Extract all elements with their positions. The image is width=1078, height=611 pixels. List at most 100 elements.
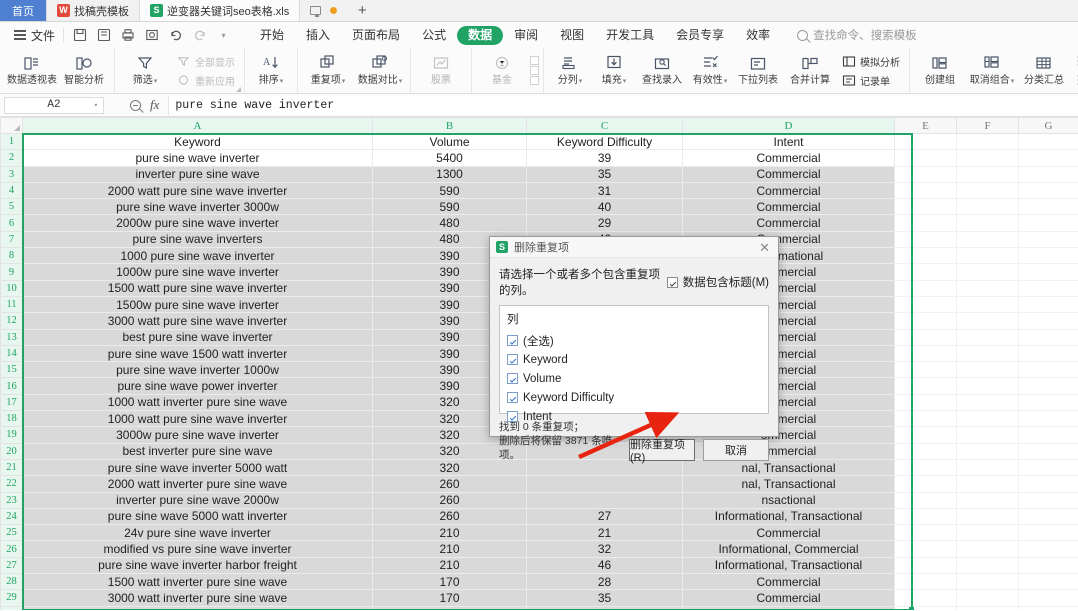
tab-workbook[interactable]: S 逆变器关键词seo表格.xls (140, 0, 301, 21)
cell-e26[interactable] (894, 540, 957, 558)
cell-f28[interactable] (956, 573, 1019, 591)
cell-e27[interactable] (894, 556, 957, 575)
row-header-17[interactable]: 17 (0, 393, 23, 412)
create-group-button[interactable]: 创建组 (914, 48, 966, 93)
cell-g7[interactable] (1018, 230, 1078, 249)
cell-a9[interactable]: 1000w pure sine wave inverter (22, 263, 373, 281)
cell-a28[interactable]: 1500 watt inverter pure sine wave (22, 573, 373, 591)
cell-g27[interactable] (1018, 556, 1078, 575)
columns-listbox[interactable]: 列 (全选) Keyword Volume Keyword Difficulty… (499, 305, 769, 423)
cell-g9[interactable] (1018, 263, 1078, 281)
cell-a13[interactable]: best pure sine wave inverter (22, 328, 373, 346)
cell-c30[interactable]: 21 (526, 605, 683, 610)
table-row[interactable]: 25 24v pure sine wave inverter 210 21 Commer… (0, 524, 1078, 542)
cell-g10[interactable] (1018, 279, 1078, 297)
row-header-30[interactable]: 30 (0, 605, 23, 610)
cell-a30[interactable]: pure sine wave 24v inverter (22, 605, 373, 610)
cell-b5[interactable]: 590 (372, 198, 527, 216)
tab-developer[interactable]: 开发工具 (595, 26, 665, 45)
cell-e11[interactable] (894, 295, 957, 314)
cell-c1[interactable]: Keyword Difficulty (526, 132, 683, 151)
row-header-10[interactable]: 10 (0, 279, 23, 297)
file-menu-button[interactable]: 文件 (6, 27, 63, 44)
save-as-icon[interactable] (96, 28, 111, 43)
cell-e7[interactable] (894, 230, 957, 249)
cell-a16[interactable]: pure sine wave power inverter (22, 377, 373, 395)
cell-e18[interactable] (894, 410, 957, 428)
tab-view[interactable]: 视图 (549, 26, 595, 45)
cell-f12[interactable] (956, 312, 1019, 330)
cell-f7[interactable] (956, 230, 1019, 249)
cell-g21[interactable] (1018, 458, 1078, 477)
cell-a20[interactable]: best inverter pure sine wave (22, 442, 373, 460)
row-header-29[interactable]: 29 (0, 589, 23, 607)
tab-review[interactable]: 审阅 (503, 26, 549, 45)
cell-e20[interactable] (894, 442, 957, 460)
cell-g5[interactable] (1018, 198, 1078, 216)
dropdown-list-button[interactable]: 下拉列表 (732, 48, 784, 93)
cell-f19[interactable] (956, 426, 1019, 444)
cell-f6[interactable] (956, 214, 1019, 232)
row-header-18[interactable]: 18 (0, 410, 23, 428)
cell-c24[interactable]: 27 (526, 507, 683, 526)
cell-e10[interactable] (894, 279, 957, 297)
validation-button[interactable]: 有效性▾ (688, 48, 732, 93)
cell-b26[interactable]: 210 (372, 540, 527, 558)
cell-b25[interactable]: 210 (372, 524, 527, 542)
formula-input[interactable]: pure sine wave inverter (168, 95, 1078, 115)
list-item-keyword[interactable]: Keyword (507, 350, 761, 369)
row-header-16[interactable]: 16 (0, 377, 23, 395)
cell-d23[interactable]: nsactional (682, 491, 895, 509)
cell-g25[interactable] (1018, 524, 1078, 542)
cell-d25[interactable]: Commercial (682, 524, 895, 542)
row-header-12[interactable]: 12 (0, 312, 23, 330)
stock-button[interactable]: 股票 (415, 48, 467, 93)
table-row[interactable]: 27 pure sine wave inverter harbor freight… (0, 556, 1078, 575)
column-header-f[interactable]: F (956, 117, 1019, 134)
cell-e23[interactable] (894, 491, 957, 509)
subtotal-button[interactable]: 分类汇总 (1018, 48, 1070, 93)
cell-b6[interactable]: 480 (372, 214, 527, 232)
pivot-table-button[interactable]: 数据透视表 (6, 48, 58, 93)
cell-a1[interactable]: Keyword (22, 132, 373, 151)
cell-g14[interactable] (1018, 344, 1078, 363)
cell-f3[interactable] (956, 165, 1019, 183)
cell-c26[interactable]: 32 (526, 540, 683, 558)
cell-e21[interactable] (894, 458, 957, 477)
cell-e24[interactable] (894, 507, 957, 526)
row-header-28[interactable]: 28 (0, 573, 23, 591)
chevron-down-icon[interactable]: ▾ (94, 101, 98, 110)
cell-e2[interactable] (894, 149, 957, 167)
cell-a10[interactable]: 1500 watt pure sine wave inverter (22, 279, 373, 297)
ungroup-button[interactable]: 取消组合▾ (966, 48, 1018, 93)
row-header-2[interactable]: 2 (0, 149, 23, 167)
cell-f17[interactable] (956, 393, 1019, 412)
cell-c2[interactable]: 39 (526, 149, 683, 167)
cell-b28[interactable]: 170 (372, 573, 527, 591)
cell-e17[interactable] (894, 393, 957, 412)
filter-button[interactable]: 筛选▾ (119, 48, 171, 93)
tab-insert[interactable]: 插入 (295, 26, 341, 45)
cell-g6[interactable] (1018, 214, 1078, 232)
select-all-corner[interactable] (0, 117, 23, 134)
cell-f2[interactable] (956, 149, 1019, 167)
cell-f23[interactable] (956, 491, 1019, 509)
cell-a7[interactable]: pure sine wave inverters (22, 230, 373, 249)
cell-g17[interactable] (1018, 393, 1078, 412)
cell-f21[interactable] (956, 458, 1019, 477)
redo-icon[interactable] (192, 28, 207, 43)
fund-button[interactable]: 基金 (476, 48, 528, 93)
cell-a17[interactable]: 1000 watt inverter pure sine wave (22, 393, 373, 412)
cell-b4[interactable]: 590 (372, 181, 527, 200)
cell-d6[interactable]: Commercial (682, 214, 895, 232)
cell-e4[interactable] (894, 181, 957, 200)
cell-c25[interactable]: 21 (526, 524, 683, 542)
cell-f30[interactable] (956, 605, 1019, 610)
cell-a22[interactable]: 2000 watt inverter pure sine wave (22, 475, 373, 493)
cell-e5[interactable] (894, 198, 957, 216)
tab-efficiency[interactable]: 效率 (735, 26, 781, 45)
consolidate-button[interactable]: 合并计算 (784, 48, 836, 93)
cell-a3[interactable]: inverter pure sine wave (22, 165, 373, 183)
tab-formula[interactable]: 公式 (411, 26, 457, 45)
cell-e1[interactable] (894, 132, 957, 151)
